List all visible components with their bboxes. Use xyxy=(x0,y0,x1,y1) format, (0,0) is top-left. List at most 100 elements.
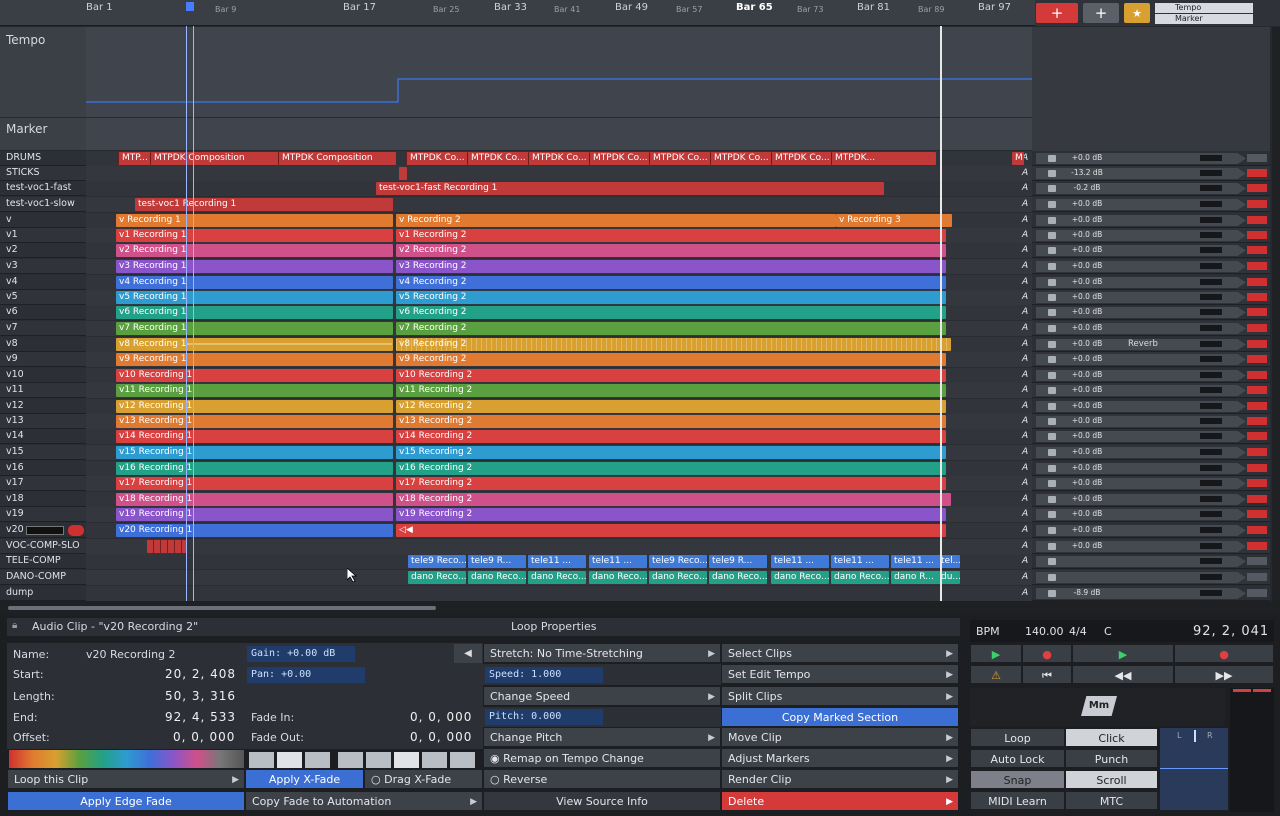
fader-handle[interactable] xyxy=(1048,341,1056,348)
speaker-icon[interactable]: ◀ xyxy=(454,644,482,663)
record-arm-toggle[interactable] xyxy=(1247,308,1267,316)
automation-toggle[interactable]: A xyxy=(1022,556,1028,566)
go-to-start-icon[interactable]: ⏮ xyxy=(1022,665,1072,684)
fade-out-scurve-icon[interactable] xyxy=(449,751,476,769)
master-level-meter[interactable]: L R xyxy=(1160,728,1228,810)
track-row[interactable]: v3 A +0.0 dB v3 Recording 1 v3 Recording 2 xyxy=(0,259,1270,274)
track-row[interactable]: v11 A +0.0 dB v11 Recording 1 v11 Recording … xyxy=(0,383,1270,398)
audio-clip[interactable]: MTPDK Co... xyxy=(528,152,588,165)
fader-handle[interactable] xyxy=(1048,449,1056,456)
automation-toggle[interactable]: A xyxy=(1022,572,1028,582)
fader-handle[interactable] xyxy=(1048,480,1056,487)
fade-out-linear-icon[interactable] xyxy=(365,751,392,769)
fader-handle[interactable] xyxy=(1048,263,1056,270)
track-name[interactable]: v14 xyxy=(6,430,24,441)
track-row[interactable]: v1 A +0.0 dB v1 Recording 1 v1 Recording 2 xyxy=(0,228,1270,243)
record-arm-icon[interactable]: ▶ xyxy=(970,644,1022,663)
record-arm-toggle[interactable] xyxy=(1247,278,1267,286)
move-clip-button[interactable]: Move Clip ▶ xyxy=(721,727,959,747)
fade-shape-concave-icon[interactable] xyxy=(304,751,331,769)
audio-clip[interactable]: v14 Recording 1 xyxy=(116,430,393,443)
record-arm-toggle[interactable] xyxy=(1247,573,1267,581)
audio-clip[interactable]: tele9 R... xyxy=(709,555,767,568)
fade-shape-scurve-icon[interactable] xyxy=(337,751,364,769)
start-value[interactable]: 20, 2, 408 xyxy=(165,667,236,681)
fader-handle[interactable] xyxy=(1048,247,1056,254)
audio-clip[interactable]: dano Reco... xyxy=(468,571,526,584)
record-arm-toggle[interactable] xyxy=(1247,542,1267,550)
fader-handle[interactable] xyxy=(1048,201,1056,208)
audio-clip[interactable]: tele9 R... xyxy=(468,555,526,568)
fader-handle[interactable] xyxy=(1048,465,1056,472)
record-arm-toggle[interactable] xyxy=(1247,216,1267,224)
track-name[interactable]: v1 xyxy=(6,229,18,240)
key-value[interactable]: C xyxy=(1104,625,1112,638)
track-row[interactable]: v13 A +0.0 dB v13 Recording 1 v13 Recording … xyxy=(0,414,1270,429)
record-arm-toggle[interactable] xyxy=(1247,526,1267,534)
offset-value[interactable]: 0, 0, 000 xyxy=(173,730,235,744)
track-row[interactable]: v2 A +0.0 dB v2 Recording 1 v2 Recording 2 xyxy=(0,243,1270,258)
track-row[interactable]: v8 A +0.0 dB Reverb v8 Recording 1 v8 Recordi… xyxy=(0,337,1270,352)
set-edit-tempo-button[interactable]: Set Edit Tempo ▶ xyxy=(721,664,959,684)
selected-clip[interactable]: ◁◀ xyxy=(396,524,946,537)
end-value[interactable]: 92, 4, 533 xyxy=(165,710,236,724)
record-arm-toggle[interactable] xyxy=(1247,340,1267,348)
fader-handle[interactable] xyxy=(1048,403,1056,410)
track-name[interactable]: v11 xyxy=(6,384,24,395)
copy-marked-section-button[interactable]: Copy Marked Section xyxy=(721,707,959,727)
track-name[interactable]: v10 xyxy=(6,369,24,380)
fader-handle[interactable] xyxy=(1048,309,1056,316)
track-lane[interactable] xyxy=(86,539,1032,554)
automation-toggle[interactable]: A xyxy=(1022,354,1028,364)
record-arm-toggle[interactable] xyxy=(1247,402,1267,410)
audio-clip[interactable]: MTPDK Co... xyxy=(467,152,527,165)
automation-toggle[interactable]: A xyxy=(1022,447,1028,457)
scroll-button[interactable]: Scroll xyxy=(1065,770,1158,789)
track-name[interactable]: STICKS xyxy=(6,167,40,178)
record-icon[interactable]: ● xyxy=(1174,644,1274,663)
track-row[interactable]: DANO-COMP Adano Reco... dano Reco... dano R… xyxy=(0,570,1270,585)
track-row[interactable]: TELE-COMP Atele9 Reco... tele9 R... tele11 … xyxy=(0,554,1270,569)
marker-area[interactable] xyxy=(86,118,1032,150)
audio-clip[interactable]: MTPDK Composition xyxy=(150,152,276,165)
audio-clip[interactable]: v12 Recording 2 xyxy=(396,400,946,413)
fader-handle[interactable] xyxy=(1048,294,1056,301)
track-row[interactable]: v5 A +0.0 dB v5 Recording 1 v5 Recording 2 xyxy=(0,290,1270,305)
fader-handle[interactable] xyxy=(1048,155,1056,162)
fade-out-concave-icon[interactable] xyxy=(421,751,448,769)
audio-clip[interactable]: MTPDK Co... xyxy=(649,152,709,165)
audio-clip[interactable]: MTPDK Co... xyxy=(406,152,466,165)
track-name[interactable]: VOC-COMP-SLO xyxy=(6,540,80,551)
automation-toggle[interactable]: A xyxy=(1022,370,1028,380)
scroll-thumb[interactable] xyxy=(8,606,436,610)
track-row[interactable]: dump A -8.9 dB xyxy=(0,586,1270,601)
automation-toggle[interactable]: A xyxy=(1022,215,1028,225)
record-arm-toggle[interactable] xyxy=(1247,589,1267,597)
audio-clip[interactable]: v18 Recording 2 xyxy=(396,493,951,506)
audio-clip[interactable]: v2 Recording 2 xyxy=(396,244,946,257)
audio-clip[interactable]: v5 Recording 2 xyxy=(396,291,946,304)
record-arm-toggle[interactable] xyxy=(1247,246,1267,254)
midi-input-button[interactable]: Mm xyxy=(1081,696,1117,716)
record-arm-toggle[interactable] xyxy=(1247,154,1267,162)
plugin-slot[interactable]: Reverb xyxy=(1128,339,1158,349)
gain-field[interactable]: Gain: +0.00 dB xyxy=(247,646,355,662)
audio-clip[interactable]: v10 Recording 1 xyxy=(116,369,393,382)
audio-clip[interactable]: v3 Recording 2 xyxy=(396,260,946,273)
audio-clip[interactable]: v13 Recording 2 xyxy=(396,415,946,428)
track-name[interactable]: v18 xyxy=(6,493,24,504)
track-name[interactable]: v4 xyxy=(6,276,18,287)
record-arm-toggle[interactable] xyxy=(1247,293,1267,301)
audio-clip[interactable]: v16 Recording 2 xyxy=(396,462,946,475)
track-row[interactable]: v18 A +0.0 dB v18 Recording 1 v18 Recording … xyxy=(0,492,1270,507)
audio-clip[interactable]: v1 Recording 2 xyxy=(396,229,946,242)
track-name[interactable]: v17 xyxy=(6,477,24,488)
track-name[interactable]: v xyxy=(6,214,12,225)
delete-button[interactable]: Delete ▶ xyxy=(721,791,959,811)
track-row[interactable]: v20 A +0.0 dB v20 Recording 1 ◁◀ xyxy=(0,523,1270,538)
fader-handle[interactable] xyxy=(1048,325,1056,332)
adjust-markers-button[interactable]: Adjust Markers ▶ xyxy=(721,748,959,768)
automation-toggle[interactable]: A xyxy=(1022,245,1028,255)
rewind-icon[interactable]: ◀◀ xyxy=(1072,665,1174,684)
audio-clip[interactable]: v8 Recording 2 xyxy=(396,338,951,351)
